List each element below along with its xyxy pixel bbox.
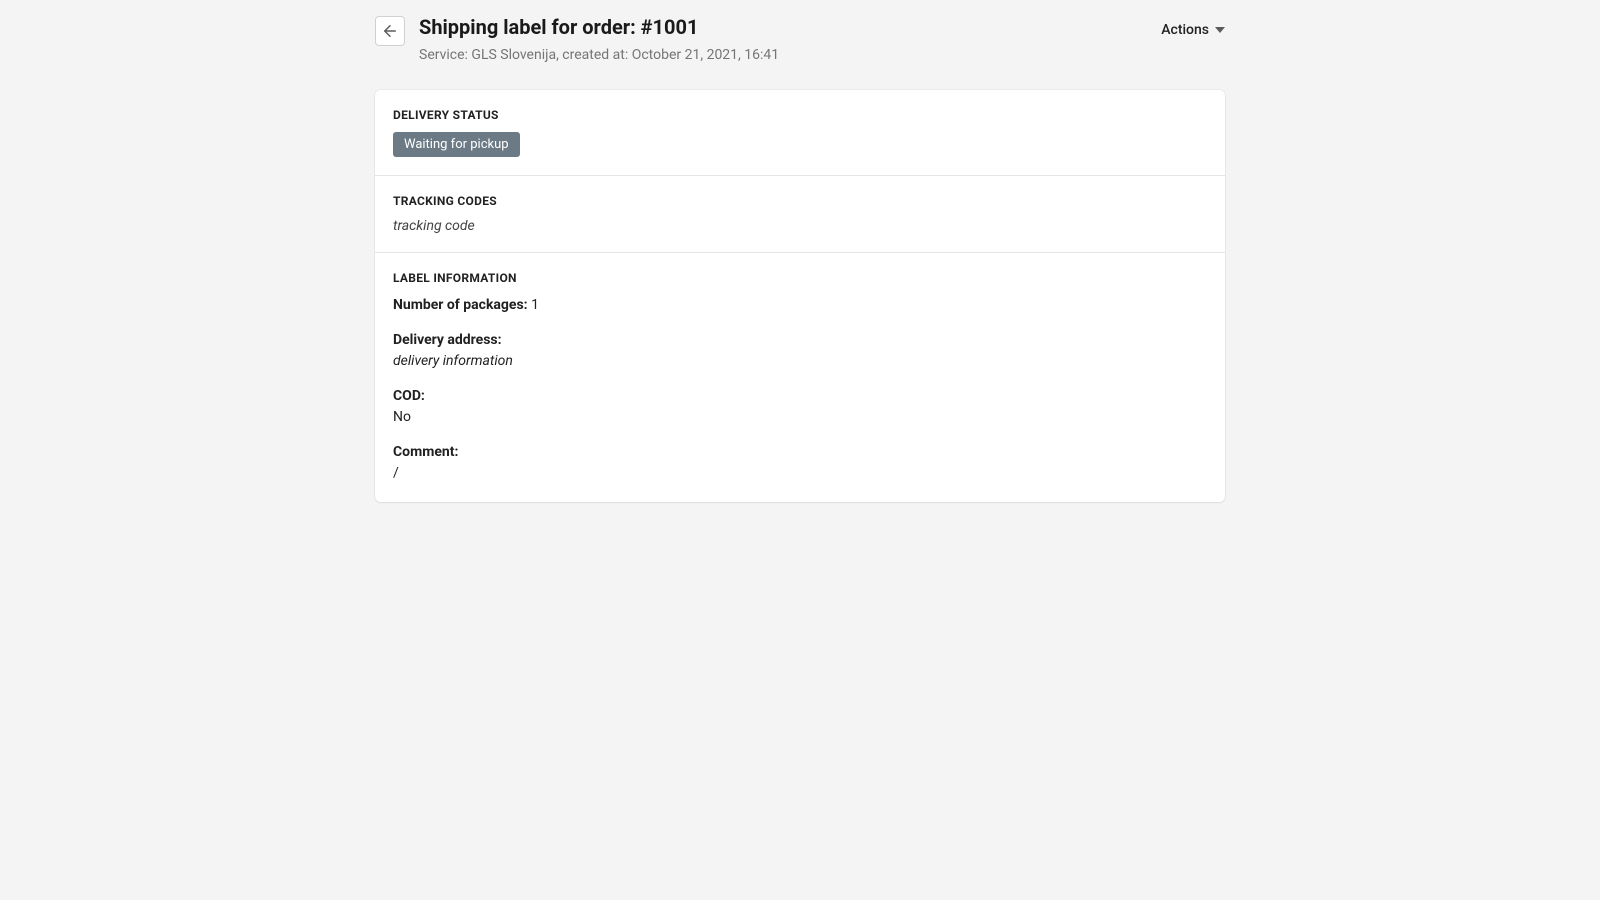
- page-title: Shipping label for order: #1001: [419, 14, 1161, 40]
- cod-value: No: [393, 407, 1207, 428]
- tracking-codes-heading: TRACKING CODES: [393, 194, 1207, 208]
- tracking-codes-section: TRACKING CODES tracking code: [375, 176, 1225, 253]
- arrow-left-icon: [381, 22, 399, 40]
- header-text-block: Shipping label for order: #1001 Service:…: [419, 14, 1161, 66]
- packages-value: 1: [531, 297, 539, 313]
- page-header: Shipping label for order: #1001 Service:…: [375, 14, 1225, 66]
- packages-row: Number of packages: 1: [393, 295, 1207, 316]
- caret-down-icon: [1215, 25, 1225, 35]
- comment-label: Comment:: [393, 442, 1207, 463]
- details-card: DELIVERY STATUS Waiting for pickup TRACK…: [375, 90, 1225, 502]
- comment-row: Comment: /: [393, 442, 1207, 484]
- address-value: delivery information: [393, 351, 1207, 372]
- address-label: Delivery address:: [393, 330, 1207, 351]
- tracking-code-value: tracking code: [393, 218, 1207, 234]
- cod-row: COD: No: [393, 386, 1207, 428]
- label-information-heading: LABEL INFORMATION: [393, 271, 1207, 285]
- back-button[interactable]: [375, 16, 405, 46]
- address-row: Delivery address: delivery information: [393, 330, 1207, 372]
- comment-value: /: [393, 463, 1207, 484]
- delivery-status-heading: DELIVERY STATUS: [393, 108, 1207, 122]
- label-information-section: LABEL INFORMATION Number of packages: 1 …: [375, 253, 1225, 502]
- status-badge: Waiting for pickup: [393, 132, 520, 157]
- actions-label: Actions: [1161, 22, 1209, 38]
- packages-label: Number of packages:: [393, 297, 531, 313]
- actions-dropdown[interactable]: Actions: [1161, 22, 1225, 38]
- cod-label: COD:: [393, 386, 1207, 407]
- delivery-status-section: DELIVERY STATUS Waiting for pickup: [375, 90, 1225, 176]
- page-subtitle: Service: GLS Slovenija, created at: Octo…: [419, 46, 1161, 66]
